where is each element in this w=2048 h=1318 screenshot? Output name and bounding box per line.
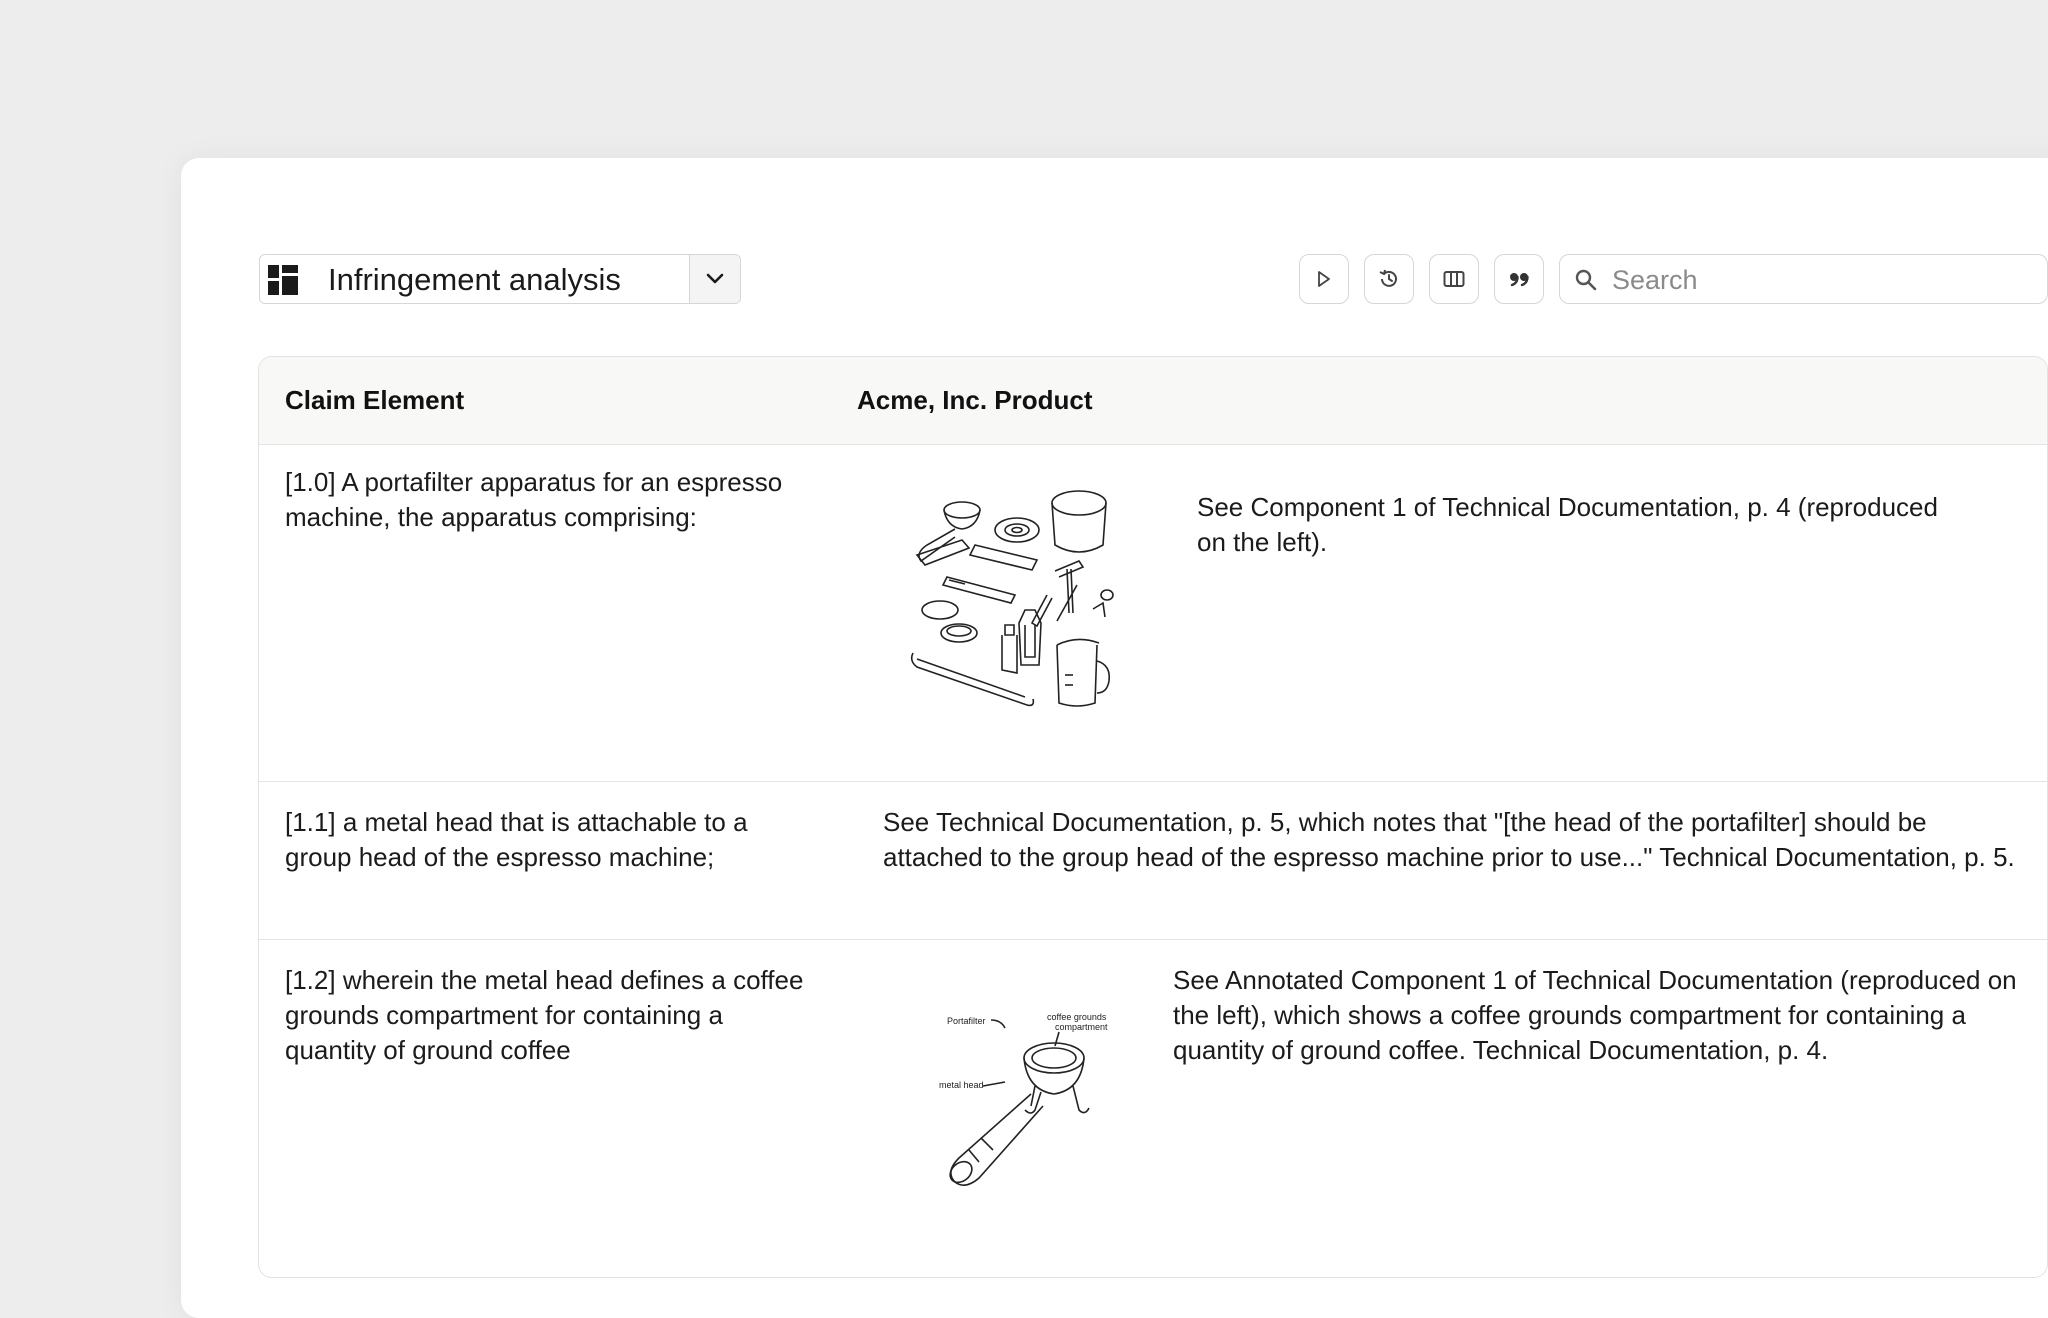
history-icon <box>1379 269 1397 287</box>
column-header-claim-element[interactable]: Claim Element <box>285 385 464 416</box>
annotated-portafilter-diagram: Portafilter coffee grounds compartment m… <box>939 1010 1129 1210</box>
figure-label-compartment-1: coffee grounds <box>1047 1012 1107 1022</box>
search-input[interactable] <box>1610 261 2034 299</box>
table-row[interactable]: [1.1] a metal head that is attachable to… <box>259 782 2047 940</box>
column-header-product[interactable]: Acme, Inc. Product <box>857 385 1093 416</box>
claim-chart-table: Claim Element Acme, Inc. Product [1.0] A… <box>258 356 2048 1278</box>
exploded-parts-diagram <box>907 485 1137 725</box>
figure-label-portafilter: Portafilter <box>947 1016 986 1026</box>
grid-layout-icon <box>268 265 298 295</box>
columns-icon <box>1443 271 1465 287</box>
view-dropdown-toggle[interactable] <box>689 255 740 303</box>
play-icon <box>1318 271 1330 287</box>
search-box[interactable] <box>1559 254 2048 304</box>
table-row[interactable]: [1.0] A portafilter apparatus for an esp… <box>259 445 2047 782</box>
figure-label-compartment-2: compartment <box>1055 1022 1108 1032</box>
claim-element-text: [1.1] a metal head that is attachable to… <box>285 807 748 872</box>
quote-icon <box>1510 273 1529 287</box>
product-evidence-text: See Annotated Component 1 of Technical D… <box>1173 965 2017 1065</box>
figure-label-metal-head: metal head <box>939 1080 984 1090</box>
product-evidence-text: See Technical Documentation, p. 5, which… <box>883 807 2015 872</box>
toolbar: Infringement analysis <box>259 254 2048 306</box>
view-title: Infringement analysis <box>328 262 621 297</box>
claim-element-text: [1.0] A portafilter apparatus for an esp… <box>285 467 783 532</box>
chevron-down-icon <box>706 273 724 284</box>
claim-element-text: [1.2] wherein the metal head defines a c… <box>285 965 804 1065</box>
view-selector[interactable]: Infringement analysis <box>259 254 741 304</box>
table-row[interactable]: [1.2] wherein the metal head defines a c… <box>259 940 2047 1277</box>
search-icon <box>1575 269 1597 291</box>
history-button[interactable] <box>1364 254 1414 304</box>
quote-button[interactable] <box>1494 254 1544 304</box>
run-button[interactable] <box>1299 254 1349 304</box>
columns-button[interactable] <box>1429 254 1479 304</box>
table-header: Claim Element Acme, Inc. Product <box>259 357 2047 445</box>
product-evidence-text: See Component 1 of Technical Documentati… <box>1197 492 1938 557</box>
